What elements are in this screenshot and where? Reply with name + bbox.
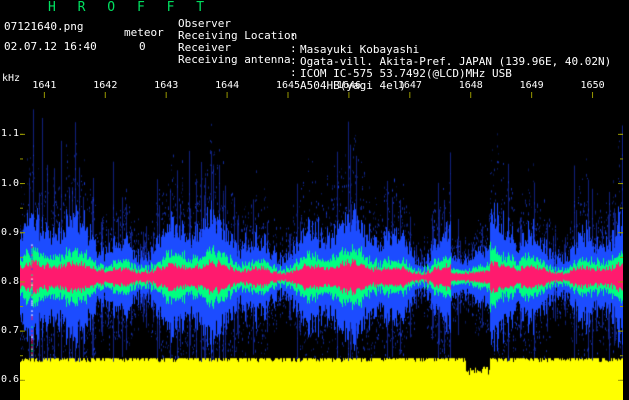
- x-tick-label: 1642: [93, 80, 118, 91]
- meteor-count: 0: [139, 40, 146, 53]
- hrofft-window: H R O F F T 07121640.png meteor 02.07.12…: [0, 0, 629, 400]
- info-separator: :: [290, 66, 297, 79]
- x-tick-label: 1647: [397, 80, 422, 91]
- x-tick-label: 1644: [215, 80, 240, 91]
- frequency-unit-label: kHz: [2, 73, 21, 84]
- y-tick-label: 0.8: [1, 275, 20, 287]
- y-tick-label: 0.9: [1, 226, 20, 238]
- y-tick-label: 1.1: [1, 128, 20, 140]
- file-name: 07121640.png: [4, 20, 84, 33]
- x-tick-label: 1646: [336, 80, 361, 91]
- x-tick-label: 1641: [32, 80, 57, 91]
- x-tick-label: 1645: [276, 80, 301, 91]
- y-tick-label: 0.6: [1, 374, 20, 386]
- x-tick-label: 1649: [519, 80, 544, 91]
- y-tick-label: 0.7: [1, 325, 20, 337]
- info-key: Receiving antenna: [178, 53, 291, 66]
- meteor-label: meteor: [124, 26, 164, 39]
- capture-datetime: 02.07.12 16:40: [4, 40, 97, 53]
- spectrogram-canvas: [20, 95, 623, 400]
- y-tick-label: 1.0: [1, 177, 20, 189]
- x-tick-label: 1648: [458, 80, 483, 91]
- x-tick-label: 1650: [580, 80, 605, 91]
- x-tick-label: 1643: [154, 80, 179, 91]
